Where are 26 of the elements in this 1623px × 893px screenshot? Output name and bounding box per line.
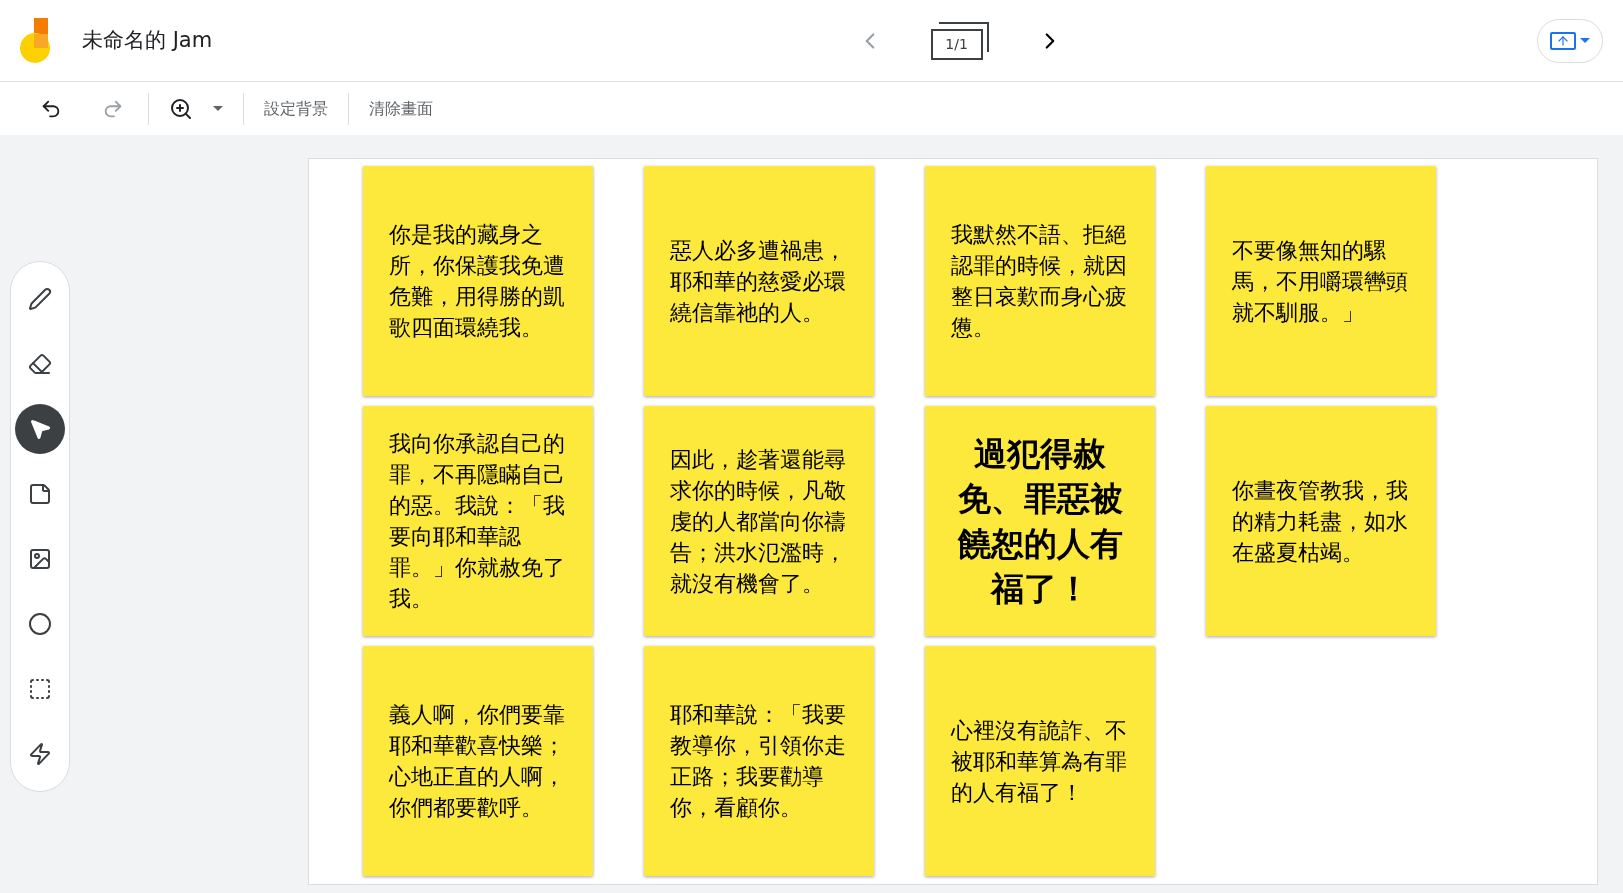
circle-icon <box>28 612 52 636</box>
document-title[interactable]: 未命名的 Jam <box>82 24 213 57</box>
note-icon <box>28 482 52 506</box>
dropdown-caret-icon <box>1580 38 1590 43</box>
sticky-note[interactable]: 不要像無知的騾馬，不用嚼環轡頭就不馴服。」 <box>1206 166 1436 396</box>
image-icon <box>28 547 52 571</box>
pointer-tool[interactable] <box>15 404 65 454</box>
pointer-icon <box>28 417 52 441</box>
sticky-note[interactable]: 過犯得赦免、罪惡被饒恕的人有福了！ <box>925 406 1155 636</box>
sticky-note[interactable]: 我向你承認自己的罪，不再隱瞞自己的惡。我說：「我要向耶和華認罪。」你就赦免了我。 <box>363 406 593 636</box>
sticky-note[interactable]: 因此，趁著還能尋求你的時候，凡敬虔的人都當向你禱告；洪水氾濫時，就沒有機會了。 <box>644 406 874 636</box>
sticky-note[interactable]: 你是我的藏身之所，你保護我免遭危難，用得勝的凱歌四面環繞我。 <box>363 166 593 396</box>
zoom-in-icon <box>169 96 193 121</box>
present-icon <box>1550 31 1576 50</box>
sticky-note[interactable]: 惡人必多遭禍患，耶和華的慈愛必環繞信靠祂的人。 <box>644 166 874 396</box>
toolbar-action[interactable]: 清除畫面 <box>369 96 433 121</box>
sticky-note[interactable]: 心裡沒有詭詐、不被耶和華算為有罪的人有福了！ <box>925 646 1155 876</box>
sticky-note[interactable]: 義人啊，你們要靠耶和華歡喜快樂；心地正直的人啊，你們都要歡呼。 <box>363 646 593 876</box>
toolbar-action[interactable]: 設定背景 <box>264 96 328 121</box>
sticky-note[interactable]: 耶和華說：「我要教導你，引領你走正路；我要勸導你，看顧你。 <box>644 646 874 876</box>
zoom-button[interactable] <box>169 96 223 121</box>
sticky-note[interactable]: 我默然不語、拒絕認罪的時候，就因整日哀歎而身心疲憊。 <box>925 166 1155 396</box>
eraser-icon <box>28 352 52 376</box>
dropdown-caret-icon <box>213 106 223 111</box>
pen-icon <box>28 287 52 311</box>
sticky-note[interactable]: 你晝夜管教我，我的精力耗盡，如水在盛夏枯竭。 <box>1206 406 1436 636</box>
